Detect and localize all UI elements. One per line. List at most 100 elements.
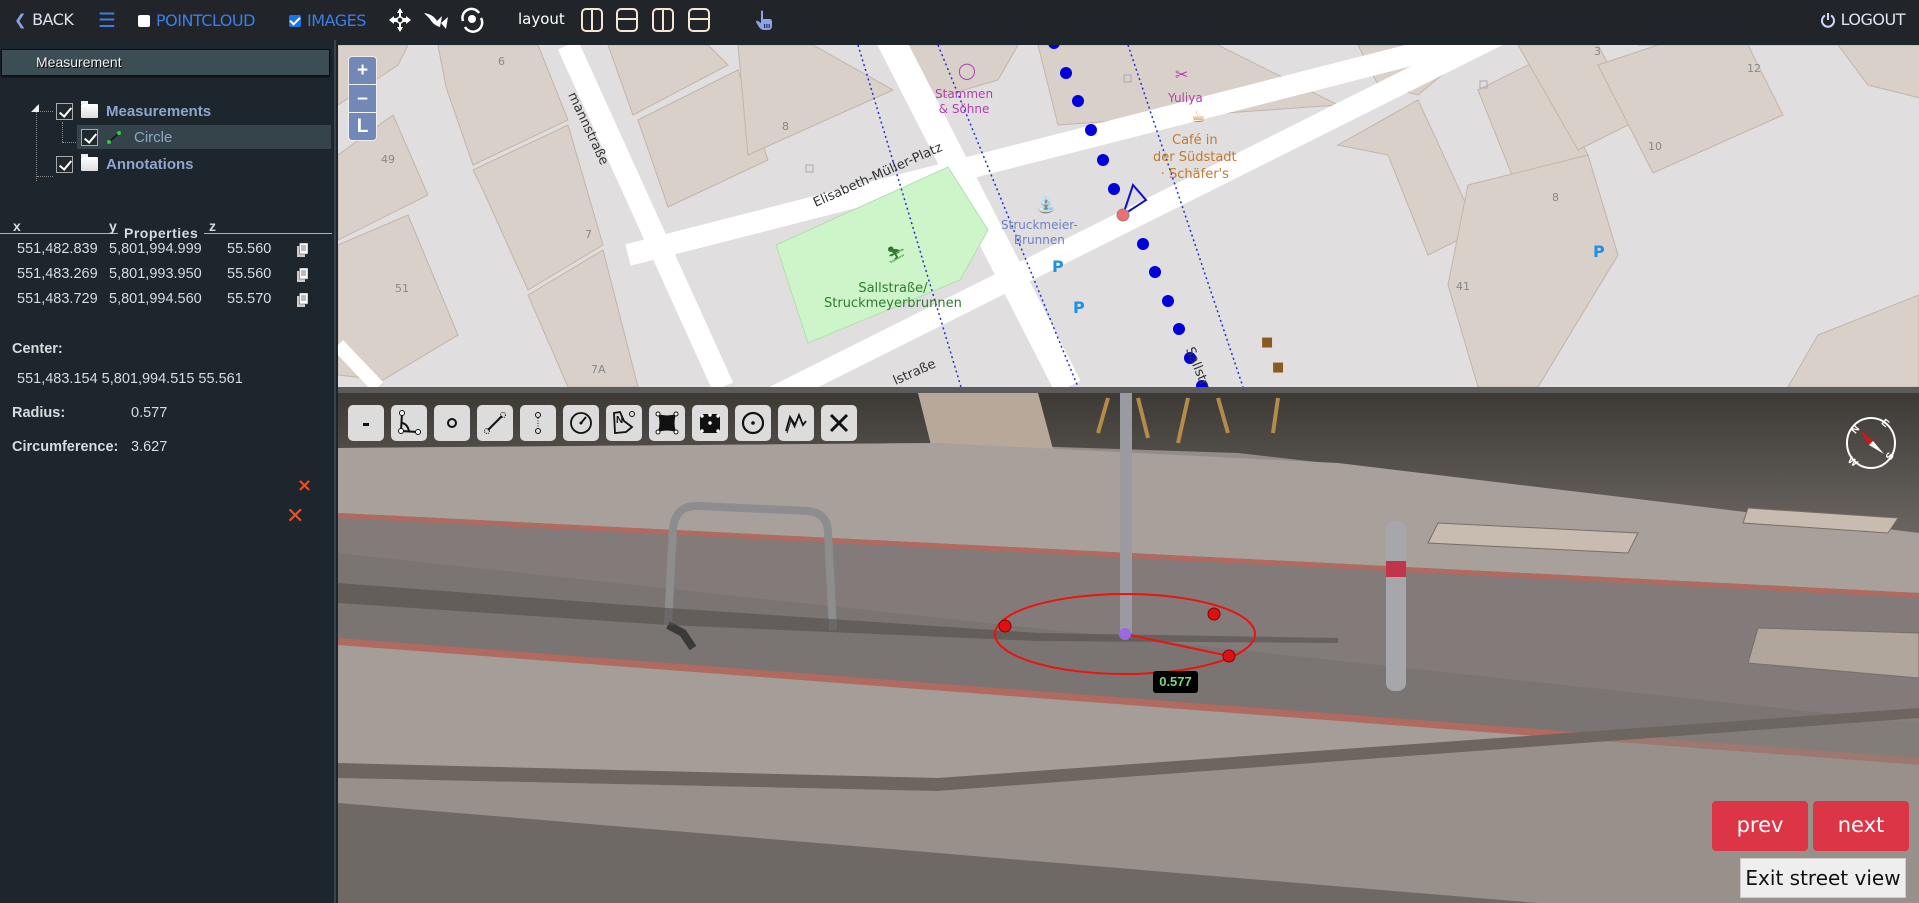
point-tool-button[interactable] [348,405,384,441]
tree-item-circle[interactable]: Circle [77,125,331,149]
point-row: 551,483.269 5,801,993.950 55.560 [0,264,330,286]
fountain-label: Struckmeier- Brunnen [1001,218,1078,247]
zoom-in-button[interactable]: + [349,57,376,84]
street-view[interactable]: 0.577 N N E S W prev next Exit street vi… [338,393,1919,903]
circumference-label: Circumference: [12,439,119,455]
layout-split-vertical-button[interactable] [581,8,603,32]
hamburger-menu-icon[interactable]: ☰ [98,8,116,33]
images-checkbox[interactable] [289,14,301,27]
volume-tool-button[interactable] [692,405,728,441]
tree-item-label: Measurements [106,102,212,120]
copy-icon[interactable] [297,293,308,307]
distance-tool-button[interactable] [477,405,513,441]
jeweler-icon: ◯ [958,61,976,80]
hairdresser-icon: ✂ [1175,65,1189,84]
measurements-checkbox[interactable] [56,102,73,120]
track-point [1085,124,1097,136]
angle-tool-button[interactable] [391,405,427,441]
images-toggle[interactable]: IMAGES [289,11,366,30]
point-z: 55.560 [227,241,272,257]
salon-label: Yuliya [1168,91,1203,105]
center-point-handle [1119,628,1131,640]
bicycle-parking-icon: P [1073,298,1085,317]
pointcloud-checkbox[interactable] [138,14,150,27]
point-z: 55.570 [227,291,272,307]
layer-switch-button[interactable]: L [349,113,376,140]
tree-item-annotations[interactable]: Annotations [56,152,194,176]
copy-icon[interactable] [297,268,308,282]
center-value: 551,483.154 5,801,994.515 55.561 [17,371,243,387]
circle-tool-button[interactable] [735,405,771,441]
z-column-header: z [209,218,216,234]
tree-item-measurements[interactable]: Measurements [56,99,211,123]
tree-item-label: Circle [134,128,173,146]
house-number: 49 [381,153,395,166]
house-number: 8 [1552,191,1559,204]
circle-checkbox[interactable] [81,128,98,146]
profile-tool-icon [785,412,807,434]
delete-all-button[interactable]: ✕ [286,504,304,529]
next-image-button[interactable]: next [1813,801,1909,851]
folder-icon [81,154,98,171]
measurement-point-handle [1222,649,1236,663]
tree-connector [36,106,37,181]
images-label: IMAGES [307,11,366,30]
house-number: 6 [498,55,505,68]
layout-split-horizontal-alt-button[interactable] [688,8,710,32]
jeweler-label: Stammen & Söhne [935,87,994,116]
hand-pointer-icon[interactable] [754,9,774,31]
pointcloud-toggle[interactable]: POINTCLOUD [138,11,255,30]
pointcloud-label: POINTCLOUD [156,11,255,30]
compass-icon[interactable]: N E S W [1842,414,1900,472]
compass-s: S [1884,451,1897,463]
annotations-checkbox[interactable] [56,155,73,173]
house-number: 41 [1456,280,1470,293]
height-tool-button[interactable] [520,405,556,441]
profile-tool-button[interactable] [778,405,814,441]
area-tool-button[interactable] [649,405,685,441]
logout-button[interactable]: LOGOUT [1820,10,1906,29]
tree-expand-toggle[interactable] [31,104,39,112]
azimuth-tool-button[interactable] [563,405,599,441]
layout-split-horizontal-button[interactable] [616,8,638,32]
house-number: 51 [395,282,409,295]
layout-split-vertical-alt-button[interactable] [652,8,674,32]
delete-measurement-button[interactable]: × [297,475,312,496]
bench-icon: ■ [1272,360,1285,375]
measurement-panel-header[interactable]: Measurement [1,49,330,76]
compass-n: N [1849,424,1862,437]
exit-street-view-button[interactable]: Exit street view [1740,858,1906,898]
copy-icon[interactable] [297,243,308,257]
move-arrows-icon[interactable] [386,7,414,33]
track-point [1173,323,1185,335]
fly-mode-icon[interactable] [422,7,450,33]
bench-icon: ■ [1261,335,1274,350]
point-marker-icon [447,418,457,428]
zoom-out-button[interactable]: – [349,85,376,112]
house-number: 12 [1747,62,1761,75]
point-x: 551,482.839 [17,241,98,257]
orbit-eye-icon[interactable] [458,7,486,33]
point-y: 5,801,994.999 [109,241,202,257]
radius-line [1124,633,1230,657]
track-point [1149,266,1161,278]
tree-connector [62,122,63,142]
measurement-point-handle [998,619,1012,633]
map-view[interactable]: 6 49 7 51 7A 8 3 12 10 8 41 mannstraße E… [338,45,1919,387]
bicycle-parking-icon: P [1052,257,1064,276]
prev-image-button[interactable]: prev [1712,801,1808,851]
top-toolbar: ❮ BACK ☰ POINTCLOUD IMAGES layout LOGOUT [0,0,1919,40]
y-column-header: y [109,218,117,234]
folder-icon [81,101,98,118]
circumference-value: 3.627 [131,439,168,455]
remove-all-measurements-button[interactable] [821,405,857,441]
annotation-tool-icon: N [613,410,635,434]
svg-text:N: N [616,415,623,426]
playground-icon: ⛷ [886,245,907,264]
cafe-icon: ☕ [1191,107,1206,126]
point-z: 55.560 [227,266,272,282]
annotation-tool-button[interactable]: N [606,405,642,441]
track-point [1097,154,1109,166]
point-marker-tool-button[interactable] [434,405,470,441]
back-button[interactable]: ❮ BACK [14,10,74,29]
